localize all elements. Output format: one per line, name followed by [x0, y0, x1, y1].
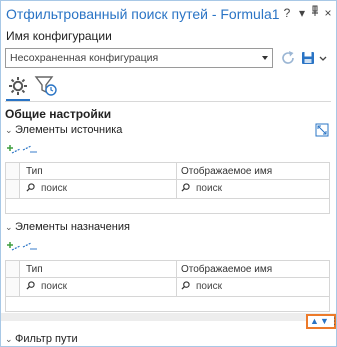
pin-button[interactable]	[309, 5, 321, 21]
path-filter-label: Фильтр пути	[15, 333, 78, 345]
config-select[interactable]: Несохраненная конфигурация	[5, 48, 273, 68]
save-options-button[interactable]	[317, 48, 329, 68]
scroll-down-button[interactable]: ▼	[320, 316, 329, 327]
search-icon	[181, 183, 190, 192]
remove-element-icon[interactable]	[22, 242, 37, 250]
chevron-down-icon	[319, 56, 327, 61]
chevron-down-icon: ⌄	[5, 334, 13, 344]
chevron-down-icon	[262, 56, 268, 60]
settings-tabs	[0, 74, 337, 101]
display-name-search-field[interactable]: поиск	[181, 183, 222, 194]
type-search-placeholder: поиск	[41, 281, 67, 292]
expand-view-button[interactable]	[315, 123, 329, 137]
target-elements-label: Элементы назначения	[15, 221, 130, 233]
section-title: Общие настройки	[5, 107, 112, 121]
column-type-header[interactable]: Тип	[26, 264, 43, 275]
refresh-icon	[282, 51, 294, 64]
path-filter-header[interactable]: ⌄ Фильтр пути	[5, 333, 78, 345]
table-row: поиск поиск	[6, 180, 329, 199]
type-search-field[interactable]: поиск	[26, 281, 67, 292]
scroll-end-button[interactable]: ⋮	[330, 316, 337, 327]
type-search-field[interactable]: поиск	[26, 183, 67, 194]
display-name-search-placeholder: поиск	[196, 281, 222, 292]
tab-filter-history[interactable]	[34, 74, 58, 99]
source-add-remove-toolbar	[6, 144, 40, 156]
navigation-arrows: ▲ ▼ ⋮	[306, 314, 337, 329]
source-elements-grid: Тип Отображаемое имя поиск поиск	[5, 162, 330, 214]
add-element-icon[interactable]	[7, 145, 21, 154]
row-header-cell	[6, 180, 20, 198]
help-button[interactable]: ?	[281, 5, 293, 21]
add-element-icon[interactable]	[7, 242, 21, 251]
row-header-cell	[6, 261, 20, 277]
column-display-name-header[interactable]: Отображаемое имя	[181, 264, 272, 275]
filter-clock-icon	[34, 76, 57, 96]
column-display-name-header[interactable]: Отображаемое имя	[181, 166, 272, 177]
search-icon	[181, 281, 190, 290]
save-button[interactable]	[299, 48, 317, 68]
remove-element-icon[interactable]	[22, 145, 37, 153]
row-header-cell	[6, 278, 20, 296]
chevron-down-icon: ⌄	[5, 222, 13, 232]
refresh-button[interactable]	[279, 48, 297, 68]
row-header-cell	[6, 163, 20, 179]
config-name-label: Имя конфигурации	[6, 29, 112, 43]
gear-icon	[9, 77, 27, 95]
title-bar: Отфильтрованный поиск путей - Formula1 ?…	[0, 0, 337, 28]
grid-header: Тип Отображаемое имя	[6, 163, 329, 180]
source-elements-header[interactable]: ⌄ Элементы источника	[5, 124, 122, 136]
pane-title: Отфильтрованный поиск путей - Formula1	[6, 6, 280, 22]
table-row: поиск поиск	[6, 278, 329, 297]
pane-menu-button[interactable]: ▾	[296, 5, 308, 21]
save-disk-icon	[302, 52, 314, 64]
grid-header: Тип Отображаемое имя	[6, 261, 329, 278]
target-elements-grid: Тип Отображаемое имя поиск поиск	[5, 260, 330, 312]
column-type-header[interactable]: Тип	[26, 166, 43, 177]
tab-general-settings[interactable]	[6, 74, 30, 101]
display-name-search-placeholder: поиск	[196, 183, 222, 194]
target-elements-header[interactable]: ⌄ Элементы назначения	[5, 221, 130, 233]
type-search-placeholder: поиск	[41, 183, 67, 194]
chevron-down-icon: ⌄	[5, 125, 13, 135]
search-icon	[26, 281, 35, 290]
expand-icon	[315, 123, 329, 137]
source-elements-label: Элементы источника	[15, 124, 123, 136]
tabs-divider	[5, 101, 331, 102]
search-icon	[26, 183, 35, 192]
close-button[interactable]: ×	[322, 5, 334, 21]
display-name-search-field[interactable]: поиск	[181, 281, 222, 292]
target-add-remove-toolbar	[6, 241, 40, 253]
scroll-band	[1, 313, 336, 321]
config-select-value: Несохраненная конфигурация	[10, 52, 159, 64]
pin-icon	[312, 5, 318, 16]
scroll-up-button[interactable]: ▲	[310, 316, 319, 327]
